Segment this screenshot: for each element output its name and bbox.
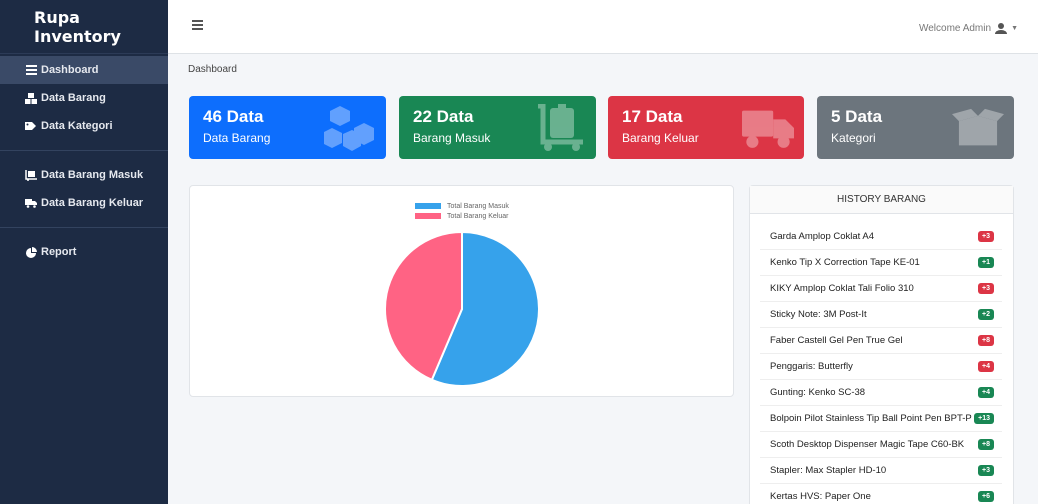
pie-chart-icon — [25, 246, 37, 258]
stat-card-kategori[interactable]: 5 Data Kategori — [817, 96, 1014, 159]
quantity-badge: +4 — [978, 387, 994, 398]
topbar: Welcome Admin ▼ — [168, 0, 1038, 54]
stat-value: 17 Data — [622, 107, 683, 126]
history-title: HISTORY BARANG — [750, 186, 1013, 214]
item-name: Sticky Note: 3M Post-It — [770, 309, 867, 320]
item-name: Faber Castell Gel Pen True Gel — [770, 335, 903, 346]
stat-label: Data Barang — [203, 131, 271, 145]
item-name: Garda Amplop Coklat A4 — [770, 231, 875, 242]
breadcrumb: Dashboard — [188, 64, 237, 75]
user-icon — [995, 23, 1008, 34]
sidebar-item-data-kategori[interactable]: Data Kategori — [0, 112, 168, 140]
list-item[interactable]: KIKY Amplop Coklat Tali Folio 310 +3 — [760, 276, 1002, 302]
sidebar-item-label: Data Barang Masuk — [41, 169, 144, 181]
stat-card-barang-masuk[interactable]: 22 Data Barang Masuk — [399, 96, 596, 159]
stat-label: Barang Keluar — [622, 131, 699, 145]
item-name: Kenko Tip X Correction Tape KE-01 — [770, 257, 920, 268]
dashboard-icon — [25, 64, 37, 76]
quantity-badge: +1 — [978, 257, 994, 268]
history-list: Garda Amplop Coklat A4 +3 Kenko Tip X Corr… — [750, 214, 1013, 504]
history-panel: HISTORY BARANG Garda Amplop Coklat A4 +3 K… — [749, 185, 1014, 504]
quantity-badge: +2 — [978, 309, 994, 320]
sidebar-item-data-barang-keluar[interactable]: Data Barang Keluar — [0, 189, 168, 217]
tags-icon — [25, 120, 37, 132]
list-item[interactable]: Bolpoin Pilot Stainless Tip Ball Point P… — [760, 406, 1002, 432]
quantity-badge: +8 — [978, 439, 994, 450]
sidebar-item-label: Data Barang Keluar — [41, 197, 144, 209]
sidebar: Rupa Inventory Dashboard Data Barang Dat… — [0, 0, 168, 504]
menu-toggle-icon[interactable] — [192, 20, 203, 32]
sidebar-nav-transactions: Data Barang Masuk Data Barang Keluar — [0, 161, 168, 217]
list-item[interactable]: Gunting: Kenko SC-38 +4 — [760, 380, 1002, 406]
sidebar-divider — [0, 150, 168, 151]
quantity-badge: +8 — [978, 335, 994, 346]
item-name: KIKY Amplop Coklat Tali Folio 310 — [770, 283, 914, 294]
item-name: Gunting: Kenko SC-38 — [770, 387, 866, 398]
stat-value: 5 Data — [831, 107, 883, 126]
dolly-icon — [538, 104, 583, 151]
boxes-icon — [25, 92, 37, 104]
stat-value: 46 Data — [203, 107, 264, 126]
sidebar-nav-report: Report — [0, 238, 168, 266]
quantity-badge: +3 — [978, 231, 994, 242]
pie-chart-panel: Total Barang Masuk Total Barang Keluar — [189, 185, 734, 397]
stat-card-data-barang[interactable]: 46 Data Data Barang — [189, 96, 386, 159]
sidebar-item-dashboard[interactable]: Dashboard — [0, 56, 168, 84]
list-item[interactable]: Scoth Desktop Dispenser Magic Tape C60-B… — [760, 432, 1002, 458]
sidebar-divider — [0, 227, 168, 228]
sidebar-item-label: Data Barang — [41, 92, 106, 104]
truck-icon — [25, 197, 37, 209]
caret-down-icon: ▼ — [1011, 25, 1018, 32]
list-item[interactable]: Kenko Tip X Correction Tape KE-01 +1 — [760, 250, 1002, 276]
sidebar-item-label: Report — [41, 246, 77, 258]
pie-chart — [384, 230, 540, 387]
item-name: Penggaris: Butterfly — [770, 361, 853, 372]
item-name: Scoth Desktop Dispenser Magic Tape C60-B… — [770, 439, 965, 450]
sidebar-item-label: Data Kategori — [41, 120, 113, 132]
sidebar-item-report[interactable]: Report — [0, 238, 168, 266]
list-item[interactable]: Penggaris: Butterfly +4 — [760, 354, 1002, 380]
list-item[interactable]: Garda Amplop Coklat A4 +3 — [760, 224, 1002, 250]
stat-card-barang-keluar[interactable]: 17 Data Barang Keluar — [608, 96, 804, 159]
brand-title[interactable]: Rupa Inventory — [0, 0, 168, 54]
item-name: Bolpoin Pilot Stainless Tip Ball Point P… — [770, 413, 972, 424]
quantity-badge: +4 — [978, 361, 994, 372]
sidebar-item-data-barang[interactable]: Data Barang — [0, 84, 168, 112]
dolly-icon — [25, 169, 37, 181]
list-item[interactable]: Kertas HVS: Paper One +6 — [760, 484, 1002, 504]
list-item[interactable]: Faber Castell Gel Pen True Gel +8 — [760, 328, 1002, 354]
welcome-text: Welcome Admin — [918, 23, 992, 34]
cubes-icon — [324, 106, 374, 151]
stat-label: Kategori — [831, 131, 876, 145]
quantity-badge: +3 — [978, 283, 994, 294]
quantity-badge: +13 — [974, 413, 994, 424]
sidebar-item-label: Dashboard — [41, 64, 99, 76]
quantity-badge: +3 — [978, 465, 994, 476]
sidebar-item-data-barang-masuk[interactable]: Data Barang Masuk — [0, 161, 168, 189]
sidebar-nav: Dashboard Data Barang Data Kategori — [0, 56, 168, 140]
truck-icon — [742, 110, 794, 148]
list-item[interactable]: Sticky Note: 3M Post-It +2 — [760, 302, 1002, 328]
stat-label: Barang Masuk — [413, 131, 491, 145]
user-menu[interactable]: Welcome Admin ▼ — [919, 23, 1018, 34]
item-name: Stapler: Max Stapler HD-10 — [770, 465, 887, 476]
open-box-icon — [952, 108, 1004, 146]
quantity-badge: +6 — [978, 491, 994, 502]
item-name: Kertas HVS: Paper One — [770, 491, 871, 502]
stat-value: 22 Data — [413, 107, 474, 126]
list-item[interactable]: Stapler: Max Stapler HD-10 +3 — [760, 458, 1002, 484]
